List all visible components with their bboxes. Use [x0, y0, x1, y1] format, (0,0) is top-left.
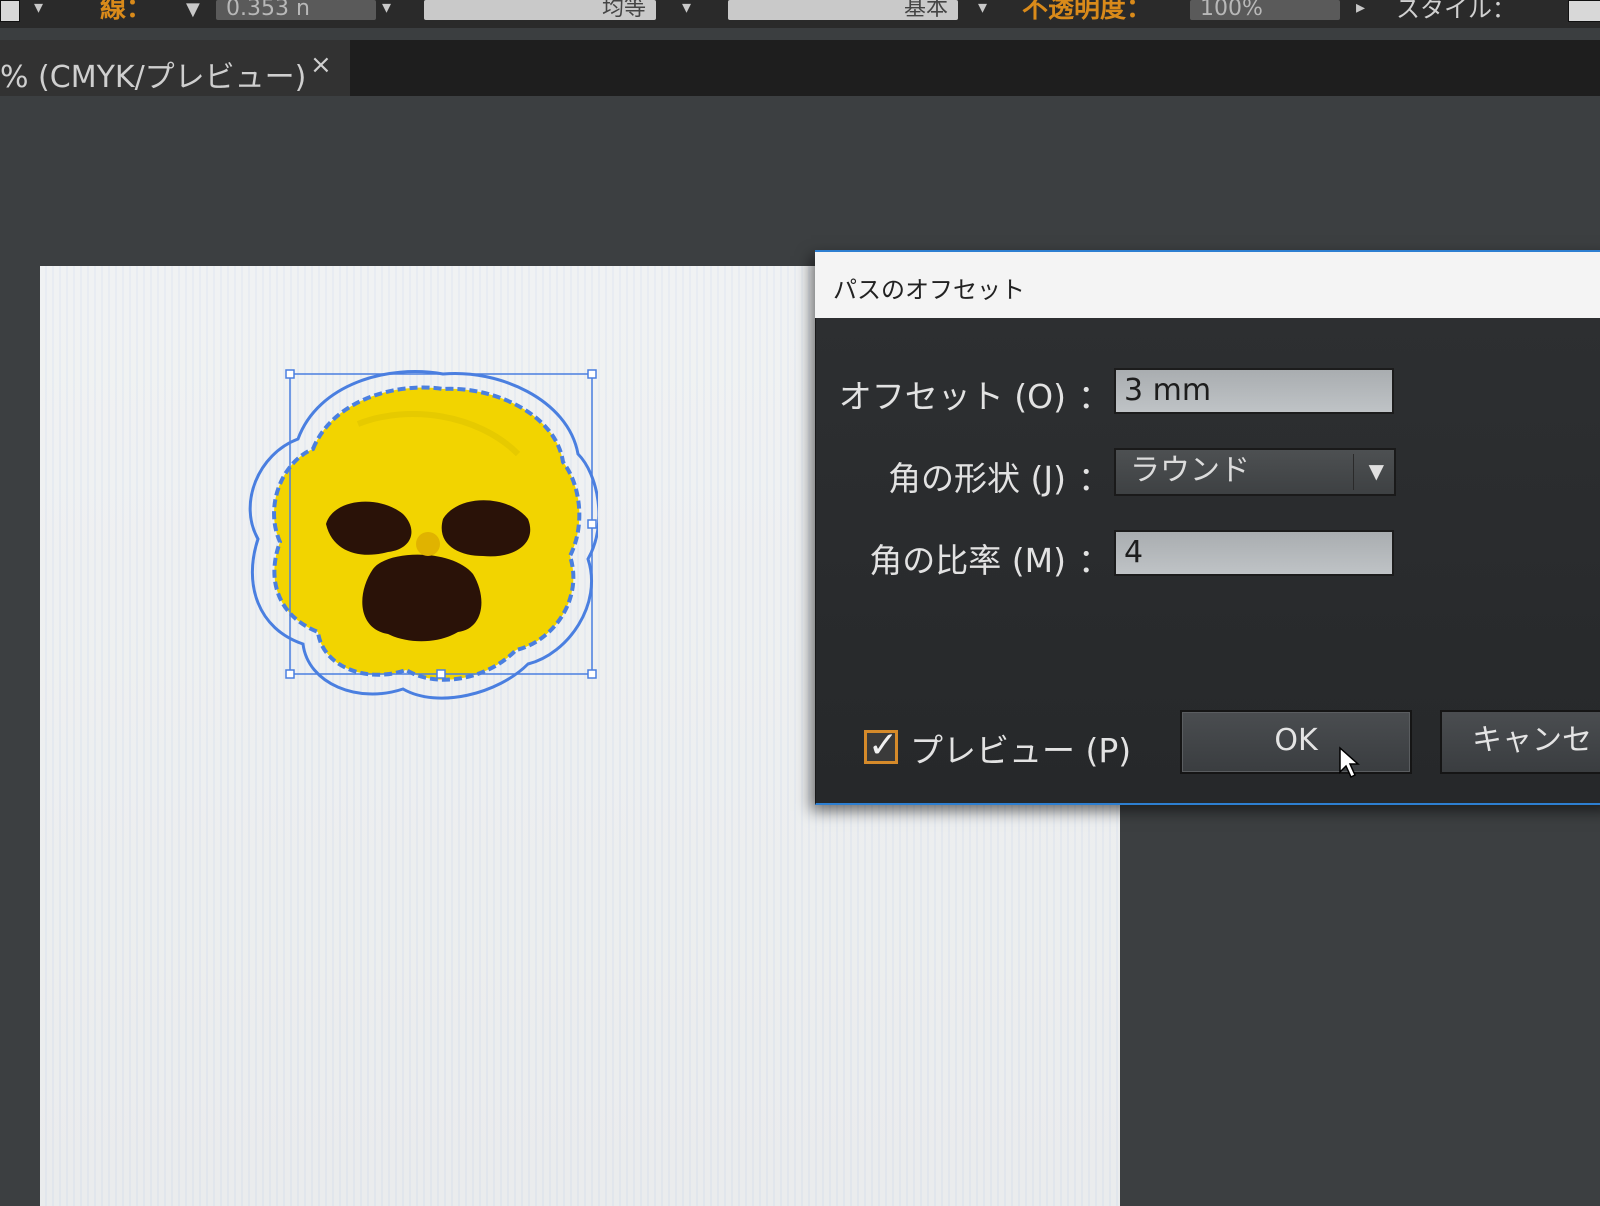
dialog-titlebar[interactable]: パスのオフセット [815, 250, 1600, 320]
chevron-down-icon[interactable]: ▼ [1369, 450, 1384, 492]
miter-colon: ： [1078, 541, 1111, 580]
brush-select[interactable]: 基本 [728, 0, 958, 20]
preview-checkbox[interactable]: ✓ [864, 725, 898, 766]
offset-colon: ： [1078, 377, 1111, 416]
join-colon: ： [1078, 459, 1111, 498]
pansy-blotch-bottom [362, 554, 482, 642]
join-label: 角の形状 (J) [888, 459, 1066, 498]
pansy-artwork[interactable] [238, 344, 598, 714]
preview-label[interactable]: プレビュー (P) [910, 724, 1131, 772]
stroke-label: 線： [100, 0, 153, 24]
pansy-center [416, 532, 440, 556]
join-select[interactable]: ラウンド ▼ [1114, 448, 1396, 496]
dialog-title: パスのオフセット [833, 276, 1025, 304]
offset-label: オフセット (O) [838, 377, 1066, 416]
style-swatch[interactable] [1568, 0, 1600, 22]
control-bar: ▾ 線： ▼ 0.353 n ▾ 均等 ▾ 基本 ▾ 不透明度： 100% ▸ … [0, 0, 1600, 28]
opacity-field[interactable]: 100% [1190, 0, 1340, 20]
stroke-color-swatch[interactable] [0, 0, 20, 22]
chevron-down-icon[interactable]: ▾ [978, 0, 987, 20]
style-label: スタイル： [1396, 0, 1516, 23]
offset-input[interactable]: 3 mm [1114, 368, 1394, 414]
cancel-button[interactable]: キャンセ [1440, 710, 1600, 774]
chevron-down-icon[interactable]: ▾ [34, 0, 43, 20]
document-tab-bar: % (CMYK/プレビュー) × [0, 40, 1600, 96]
miter-label: 角の比率 (M) [869, 541, 1066, 580]
document-tab[interactable]: % (CMYK/プレビュー) × [0, 40, 350, 96]
close-icon[interactable]: × [310, 50, 332, 80]
document-tab-title: % (CMYK/プレビュー) [0, 60, 307, 95]
checkmark-icon: ✓ [868, 725, 899, 766]
chevron-down-icon[interactable]: ▼ [186, 1, 200, 22]
stroke-width-field[interactable]: 0.353 n [216, 0, 376, 20]
chevron-down-icon[interactable]: ▾ [382, 0, 391, 20]
opacity-label: 不透明度： [1022, 0, 1153, 24]
offset-path-dialog: パスのオフセット オフセット (O) ： 3 mm 角の形状 (J) ： ラウン… [815, 250, 1600, 805]
ok-button[interactable]: OK [1180, 710, 1412, 774]
join-select-value: ラウンド [1130, 453, 1250, 488]
select-separator [1353, 454, 1354, 490]
chevron-right-icon[interactable]: ▸ [1356, 0, 1365, 20]
profile-select[interactable]: 均等 [424, 0, 656, 20]
chevron-down-icon[interactable]: ▾ [682, 0, 691, 20]
miter-input[interactable]: 4 [1114, 530, 1394, 576]
arrow-cursor-icon [1339, 746, 1360, 779]
dialog-body: オフセット (O) ： 3 mm 角の形状 (J) ： ラウンド ▼ 角の比率 … [815, 318, 1600, 805]
